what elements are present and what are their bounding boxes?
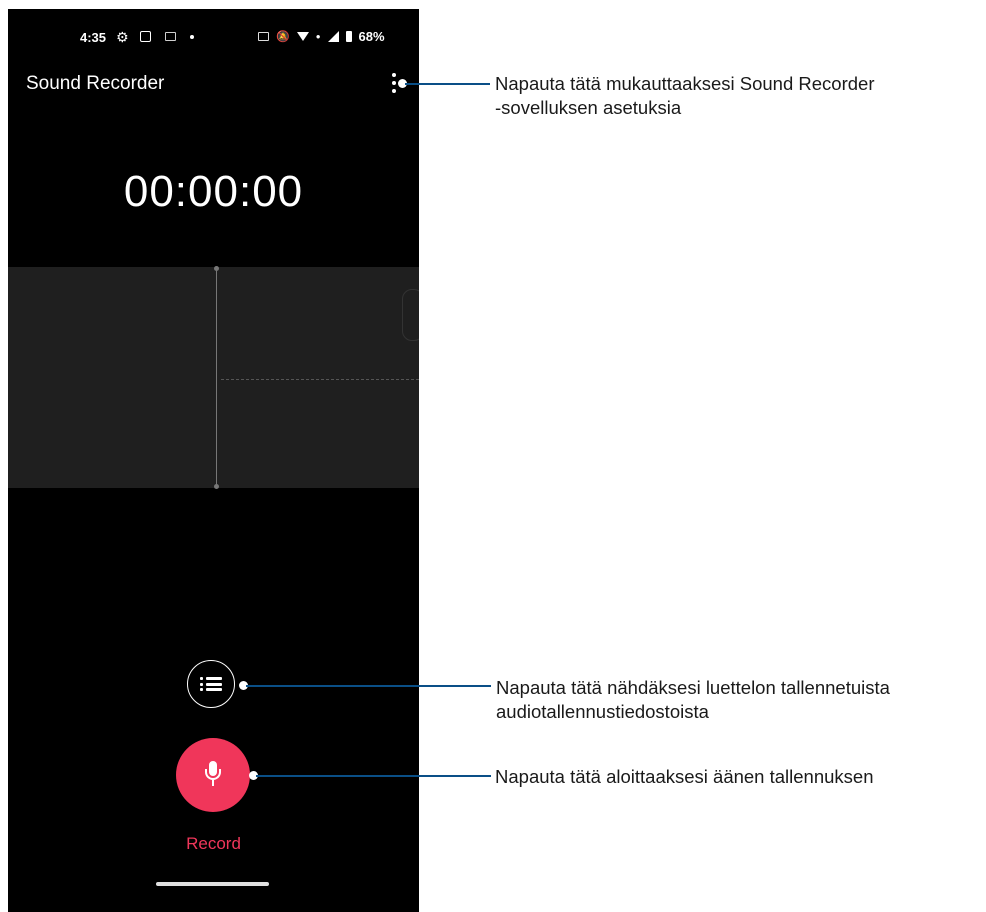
screen-record-icon xyxy=(140,31,151,42)
mic-icon xyxy=(204,761,222,789)
app-title: Sound Recorder xyxy=(26,73,165,94)
mute-bell-icon: 🔕 xyxy=(276,31,290,43)
playhead-bottom-cap xyxy=(214,484,219,489)
waveform-panel xyxy=(8,266,419,489)
callout-settings-line xyxy=(405,83,490,85)
recording-timer: 00:00:00 xyxy=(123,167,304,216)
battery-icon xyxy=(345,31,352,42)
battery-percent: 68% xyxy=(358,29,385,44)
waveform-edge-handle xyxy=(402,289,419,341)
callout-list-line-2: audiotallennustiedostoista xyxy=(496,701,709,722)
notification-dot-icon xyxy=(190,35,194,39)
callout-settings-line-2: -sovelluksen asetuksia xyxy=(495,97,682,118)
record-label: Record xyxy=(186,834,241,853)
callout-list-text: Napauta tätä nähdäksesi luettelon tallen… xyxy=(496,676,986,724)
status-time: 4:35 xyxy=(80,30,107,45)
wifi-icon xyxy=(296,32,309,41)
recordings-list-button[interactable] xyxy=(187,660,235,708)
settings-gear-icon: ⚙ xyxy=(116,29,129,45)
timer-area: 00:00:00 xyxy=(8,111,419,267)
app-bar: Sound Recorder xyxy=(8,71,419,111)
callout-list-line-1: Napauta tätä nähdäksesi luettelon tallen… xyxy=(496,677,890,698)
callout-settings-text: Napauta tätä mukauttaaksesi Sound Record… xyxy=(495,72,985,120)
home-indicator[interactable] xyxy=(156,882,269,886)
nfc-icon xyxy=(258,32,269,41)
lte-icon: ● xyxy=(315,32,321,41)
status-bar: 4:35 ⚙ 🔕 ● 68% xyxy=(8,9,419,49)
record-button[interactable] xyxy=(176,738,250,812)
callout-record-text: Napauta tätä aloittaaksesi äänen tallenn… xyxy=(495,765,985,789)
callout-record-line-1: Napauta tätä aloittaaksesi äänen tallenn… xyxy=(495,766,874,787)
callout-settings-line-1: Napauta tätä mukauttaaksesi Sound Record… xyxy=(495,73,875,94)
waveform-baseline xyxy=(221,379,419,380)
callout-list-line xyxy=(246,685,491,687)
image-icon xyxy=(165,32,176,41)
status-icons: 🔕 ● 68% xyxy=(258,29,385,44)
callout-record-line xyxy=(256,775,491,777)
playhead-top-cap xyxy=(214,266,219,271)
signal-icon xyxy=(327,31,339,42)
list-icon xyxy=(200,677,222,691)
playhead-line xyxy=(216,267,217,488)
